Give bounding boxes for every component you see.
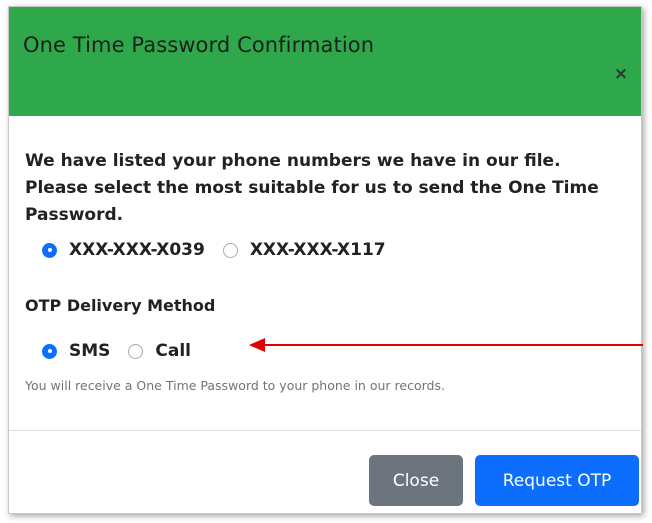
delivery-method-label: OTP Delivery Method: [25, 296, 216, 315]
radio-selected[interactable]: [42, 343, 57, 359]
modal-header: One Time Password Confirmation ×: [9, 7, 641, 116]
otp-modal: One Time Password Confirmation × We have…: [8, 6, 642, 514]
phone-option-label: XXX-XXX-X117: [249, 240, 386, 260]
phone-option-039[interactable]: XXX-XXX-X039: [42, 240, 205, 260]
close-button[interactable]: Close: [369, 455, 463, 506]
phone-option-117[interactable]: XXX-XXX-X117: [222, 240, 386, 260]
delivery-option-label: Call: [155, 341, 192, 361]
delivery-option-sms[interactable]: SMS: [42, 341, 110, 361]
close-icon[interactable]: ×: [611, 64, 631, 84]
delivery-option-call[interactable]: Call: [128, 341, 191, 361]
hint-text: You will receive a One Time Password to …: [25, 378, 445, 393]
radio-selected[interactable]: [42, 242, 57, 258]
phone-option-label: XXX-XXX-X039: [69, 240, 205, 260]
intro-text: We have listed your phone numbers we hav…: [25, 151, 599, 225]
radio-unselected[interactable]: [222, 242, 238, 258]
delivery-radio-group: SMS Call: [42, 339, 209, 363]
phone-radio-group: XXX-XXX-X039 XXX-XXX-X117: [42, 238, 404, 262]
request-otp-button[interactable]: Request OTP: [475, 455, 639, 506]
footer-divider: [9, 430, 641, 431]
modal-title: One Time Password Confirmation: [23, 33, 375, 57]
red-arrow-annotation: [249, 338, 643, 352]
delivery-option-label: SMS: [69, 341, 111, 361]
radio-unselected[interactable]: [128, 343, 144, 359]
